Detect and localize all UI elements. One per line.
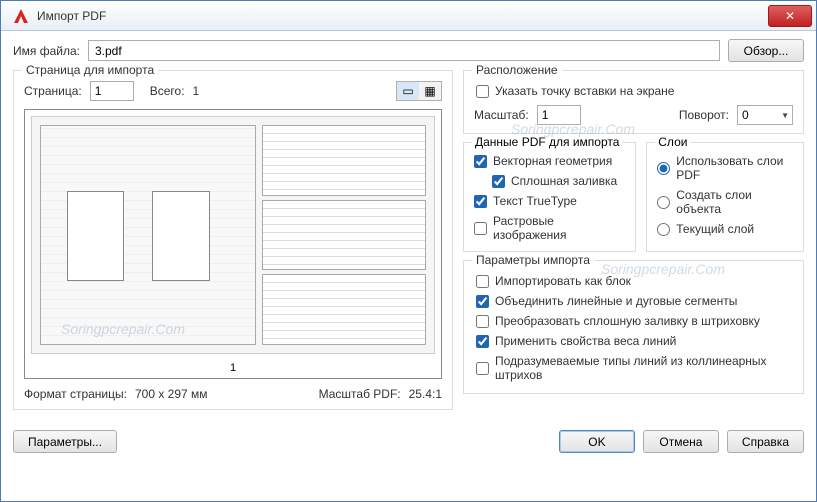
page-format-label: Формат страницы:	[24, 387, 127, 401]
single-view-button[interactable]: ▭	[397, 82, 419, 100]
rotation-dropdown[interactable]: ▼	[737, 105, 793, 125]
scale-label: Масштаб:	[474, 108, 529, 122]
close-icon: ✕	[785, 9, 795, 23]
create-obj-layers-label: Создать слои объекта	[676, 188, 793, 216]
insert-point-label: Указать точку вставки на экране	[495, 84, 674, 98]
page-input[interactable]	[90, 81, 134, 101]
raster-label: Растровые изображения	[493, 214, 625, 242]
ok-button[interactable]: OK	[559, 430, 635, 453]
total-label: Всего:	[150, 84, 185, 98]
insert-point-input[interactable]	[476, 85, 489, 98]
infer-linetype-input[interactable]	[476, 362, 489, 375]
preview-image	[31, 116, 435, 354]
dialog-footer: Параметры... OK Отмена Справка	[1, 426, 816, 463]
page-format-value: 700 x 297 мм	[135, 387, 208, 401]
vector-checkbox[interactable]: Векторная геометрия	[472, 151, 627, 171]
pdf-data-group: Данные PDF для импорта Векторная геометр…	[463, 142, 636, 252]
create-obj-layers-input[interactable]	[657, 196, 670, 209]
window-title: Импорт PDF	[37, 9, 768, 23]
file-name-label: Имя файла:	[13, 44, 80, 58]
current-layer-label: Текущий слой	[676, 222, 754, 236]
join-segments-input[interactable]	[476, 295, 489, 308]
raster-input[interactable]	[474, 222, 487, 235]
vector-label: Векторная геометрия	[493, 154, 612, 168]
solid-label: Сплошная заливка	[511, 174, 617, 188]
infer-linetype-checkbox[interactable]: Подразумеваемые типы линий из коллинеарн…	[474, 351, 793, 385]
cancel-button[interactable]: Отмена	[643, 430, 719, 453]
pdf-scale-label: Масштаб PDF:	[319, 387, 401, 401]
join-segments-label: Объединить линейные и дуговые сегменты	[495, 294, 737, 308]
solid-input[interactable]	[492, 175, 505, 188]
current-layer-radio[interactable]: Текущий слой	[655, 219, 795, 239]
lineweight-input[interactable]	[476, 335, 489, 348]
rotation-input[interactable]	[737, 105, 793, 125]
layers-legend: Слои	[655, 135, 690, 149]
parameters-button[interactable]: Параметры...	[13, 430, 117, 453]
layers-group: Слои Использовать слои PDF Создать слои …	[646, 142, 804, 252]
create-obj-layers-radio[interactable]: Создать слои объекта	[655, 185, 795, 219]
location-legend: Расположение	[472, 63, 562, 77]
page-import-legend: Страница для импорта	[22, 63, 158, 77]
as-block-input[interactable]	[476, 275, 489, 288]
truetype-input[interactable]	[474, 195, 487, 208]
app-logo-icon	[11, 6, 31, 26]
convert-hatch-label: Преобразовать сплошную заливку в штрихов…	[495, 314, 760, 328]
lineweight-checkbox[interactable]: Применить свойства веса линий	[474, 331, 793, 351]
as-block-checkbox[interactable]: Импортировать как блок	[474, 271, 793, 291]
convert-hatch-checkbox[interactable]: Преобразовать сплошную заливку в штрихов…	[474, 311, 793, 331]
import-params-group: Параметры импорта Импортировать как блок…	[463, 260, 804, 394]
grid-view-icon: ▦	[424, 84, 435, 98]
page-label: Страница:	[24, 84, 82, 98]
page-preview: 1	[24, 109, 442, 379]
convert-hatch-input[interactable]	[476, 315, 489, 328]
scale-input[interactable]	[537, 105, 581, 125]
solid-checkbox[interactable]: Сплошная заливка	[490, 171, 627, 191]
use-pdf-layers-label: Использовать слои PDF	[676, 154, 793, 182]
close-button[interactable]: ✕	[768, 5, 812, 27]
truetype-checkbox[interactable]: Текст TrueType	[472, 191, 627, 211]
browse-button[interactable]: Обзор...	[728, 39, 804, 62]
single-view-icon: ▭	[402, 84, 413, 98]
file-name-input[interactable]	[88, 40, 720, 61]
truetype-label: Текст TrueType	[493, 194, 577, 208]
insert-point-checkbox[interactable]: Указать точку вставки на экране	[474, 81, 793, 101]
pdf-scale-value: 25.4:1	[409, 387, 442, 401]
pdf-data-legend: Данные PDF для импорта	[472, 135, 622, 149]
raster-checkbox[interactable]: Растровые изображения	[472, 211, 627, 245]
titlebar: Импорт PDF ✕	[1, 1, 816, 31]
current-layer-input[interactable]	[657, 223, 670, 236]
total-value: 1	[193, 84, 200, 98]
vector-input[interactable]	[474, 155, 487, 168]
infer-linetype-label: Подразумеваемые типы линий из коллинеарн…	[495, 354, 791, 382]
view-toggle: ▭ ▦	[396, 81, 442, 101]
rotation-label: Поворот:	[679, 108, 729, 122]
as-block-label: Импортировать как блок	[495, 274, 631, 288]
use-pdf-layers-radio[interactable]: Использовать слои PDF	[655, 151, 795, 185]
lineweight-label: Применить свойства веса линий	[495, 334, 676, 348]
grid-view-button[interactable]: ▦	[419, 82, 441, 100]
join-segments-checkbox[interactable]: Объединить линейные и дуговые сегменты	[474, 291, 793, 311]
use-pdf-layers-input[interactable]	[657, 162, 670, 175]
preview-page-number: 1	[25, 360, 441, 378]
page-import-group: Страница для импорта Страница: Всего: 1 …	[13, 70, 453, 410]
help-button[interactable]: Справка	[727, 430, 804, 453]
location-group: Расположение Указать точку вставки на эк…	[463, 70, 804, 134]
import-params-legend: Параметры импорта	[472, 253, 594, 267]
